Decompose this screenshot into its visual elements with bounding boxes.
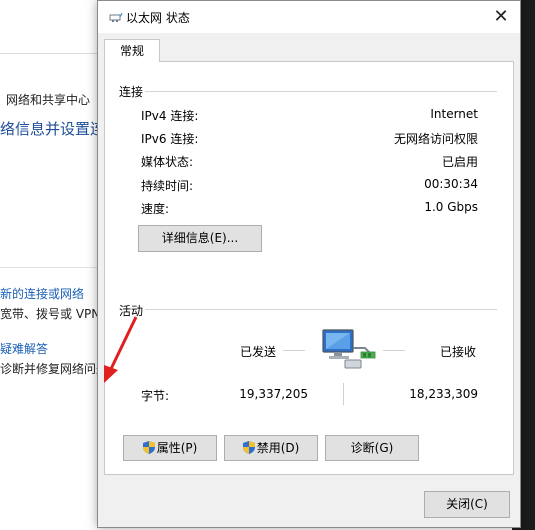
ethernet-status-dialog: 以太网 状态 ✕ 常规 连接 IPv4 连接: Internet IPv6 连接…: [97, 0, 521, 528]
close-icon[interactable]: ✕: [486, 5, 516, 29]
new-connection-desc: 宽带、拨号或 VPN 连: [0, 307, 100, 321]
ipv6-value: 无网络访问权限: [393, 132, 478, 146]
sent-label: 已发送: [240, 345, 277, 359]
sent-line: [283, 350, 305, 351]
general-panel: 连接 IPv4 连接: Internet IPv6 连接: 无网络访问权限 媒体…: [104, 61, 514, 475]
troubleshoot-desc: 诊断并修复网络问题，或: [0, 362, 100, 376]
ipv6-label: IPv6 连接:: [141, 132, 199, 146]
bytes-received: 18,233,309: [409, 387, 478, 401]
connection-group-label: 连接: [119, 83, 146, 100]
dialog-title: 以太网 状态: [126, 11, 190, 25]
properties-label: 属性(P): [156, 441, 198, 455]
new-connection-link[interactable]: 新的连接或网络: [0, 285, 84, 302]
activity-group-rule: [145, 309, 497, 310]
speed-value: 1.0 Gbps: [424, 200, 478, 214]
duration-value: 00:30:34: [424, 177, 478, 191]
received-label: 已接收: [440, 345, 477, 359]
computer-network-icon: [322, 329, 376, 369]
bytes-divider: [343, 383, 344, 405]
divider: [0, 267, 100, 268]
uac-shield-icon: [242, 441, 255, 454]
bytes-label: 字节:: [141, 389, 170, 403]
duration-label: 持续时间:: [141, 179, 194, 193]
breadcrumb-network-center[interactable]: 网络和共享中心: [6, 91, 90, 108]
disable-button[interactable]: 禁用(D): [224, 435, 318, 461]
tab-general[interactable]: 常规: [104, 39, 160, 62]
title-bar[interactable]: 以太网 状态 ✕: [98, 1, 520, 33]
ipv4-value: Internet: [430, 107, 478, 121]
bytes-sent: 19,337,205: [239, 387, 308, 401]
speed-label: 速度:: [141, 202, 170, 216]
media-state-label: 媒体状态:: [141, 155, 194, 169]
media-state-value: 已启用: [441, 155, 478, 169]
uac-shield-icon: [142, 441, 155, 454]
divider: [0, 53, 100, 54]
diagnose-button[interactable]: 诊断(G): [325, 435, 419, 461]
disable-label: 禁用(D): [256, 441, 300, 455]
details-button[interactable]: 详细信息(E)...: [138, 225, 262, 252]
properties-button[interactable]: 属性(P): [123, 435, 217, 461]
breadcrumb[interactable]: 网络和共享中心: [0, 83, 100, 115]
connection-group-rule: [145, 91, 497, 92]
received-line: [383, 350, 405, 351]
annotation-arrow-icon: [104, 316, 138, 383]
close-button[interactable]: 关闭(C): [424, 491, 510, 518]
ipv4-label: IPv4 连接:: [141, 109, 199, 123]
page-heading: 络信息并设置连: [0, 120, 100, 138]
network-adapter-icon: [109, 12, 123, 22]
troubleshoot-link[interactable]: 疑难解答: [0, 340, 48, 357]
